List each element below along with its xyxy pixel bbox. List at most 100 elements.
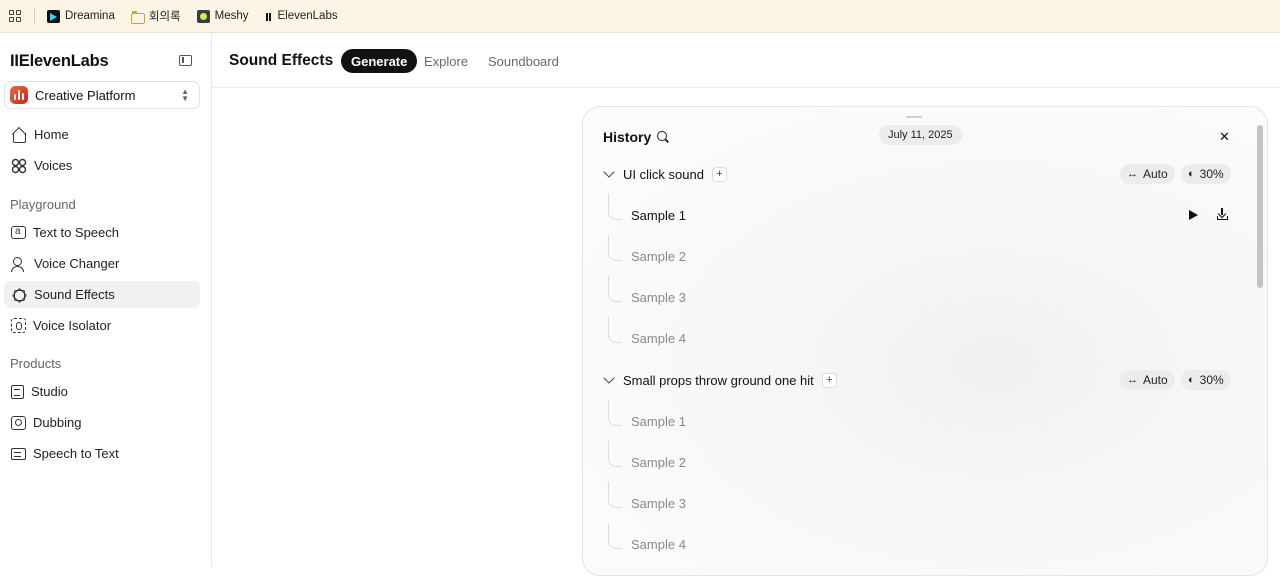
sidebar-item-voice-isolator[interactable]: Voice Isolator xyxy=(4,312,200,339)
sidebar: IIElevenLabs Creative Platform ▲ ▼ Home V… xyxy=(0,33,212,567)
search-icon[interactable] xyxy=(657,131,667,141)
duration-chip[interactable]: ↔ Auto xyxy=(1120,164,1175,184)
home-icon xyxy=(11,127,27,143)
sidebar-item-label: Text to Speech xyxy=(33,225,119,240)
apps-grid-icon[interactable] xyxy=(9,10,21,22)
tree-connector xyxy=(608,441,622,467)
add-button[interactable]: + xyxy=(711,166,727,182)
studio-icon xyxy=(11,384,24,399)
sidebar-item-label: Studio xyxy=(31,384,68,399)
text-to-speech-icon xyxy=(11,226,26,239)
dreamina-icon xyxy=(47,9,60,23)
tree-connector xyxy=(608,400,622,426)
tab-explore[interactable]: Explore xyxy=(424,49,468,73)
sample-label: Sample 2 xyxy=(631,455,686,470)
history-group-header[interactable]: Small props throw ground one hit + xyxy=(603,370,837,390)
gauge-icon: ◐ xyxy=(1188,374,1195,386)
sample-label: Sample 1 xyxy=(631,208,686,223)
voices-icon xyxy=(11,158,27,174)
sample-label: Sample 3 xyxy=(631,290,686,305)
bookmarks-divider xyxy=(34,8,35,24)
sample-row[interactable]: Sample 1 xyxy=(608,400,1238,441)
close-icon[interactable]: ✕ xyxy=(1219,129,1230,145)
sample-row[interactable]: Sample 3 xyxy=(608,482,1238,523)
page-title: Sound Effects xyxy=(229,52,334,69)
play-icon[interactable] xyxy=(1189,210,1198,220)
sample-label: Sample 4 xyxy=(631,331,686,346)
sidebar-item-studio[interactable]: Studio xyxy=(4,378,200,405)
scrollbar[interactable] xyxy=(1257,125,1263,288)
sidebar-item-text-to-speech[interactable]: Text to Speech xyxy=(4,219,200,246)
workspace-switcher[interactable]: Creative Platform ▲ ▼ xyxy=(4,81,200,109)
bookmark-meshy[interactable]: Meshy xyxy=(196,9,248,23)
sample-label: Sample 3 xyxy=(631,496,686,511)
influence-value: 30% xyxy=(1199,167,1224,181)
sidebar-item-label: Home xyxy=(34,127,69,142)
bookmark-label: 회의록 xyxy=(148,11,181,23)
elevenlabs-icon xyxy=(264,10,272,23)
history-panel: History July 11, 2025 ✕ UI click sound +… xyxy=(582,106,1268,576)
sidebar-item-dubbing[interactable]: Dubbing xyxy=(4,409,200,436)
sample-row[interactable]: Sample 2 xyxy=(608,441,1238,482)
chevron-up-down-icon: ▲ ▼ xyxy=(181,87,189,103)
sidebar-item-label: Sound Effects xyxy=(34,287,115,302)
history-title: History xyxy=(603,129,652,145)
folder-icon xyxy=(130,10,145,24)
group-title: UI click sound xyxy=(623,166,704,182)
influence-value: 30% xyxy=(1199,373,1224,387)
sample-label: Sample 4 xyxy=(631,537,686,552)
duration-value: Auto xyxy=(1143,167,1168,181)
sample-row[interactable]: Sample 4 xyxy=(608,523,1238,564)
sample-row[interactable]: Sample 1 xyxy=(608,194,1238,235)
duration-value: Auto xyxy=(1143,373,1168,387)
sidebar-item-label: Voice Isolator xyxy=(33,318,112,333)
sample-label: Sample 2 xyxy=(631,249,686,264)
bookmark-label: Dreamina xyxy=(65,10,115,22)
download-icon[interactable] xyxy=(1217,208,1228,220)
sidebar-item-label: Voices xyxy=(34,158,73,173)
drag-handle[interactable] xyxy=(906,116,922,118)
sidebar-item-home[interactable]: Home xyxy=(4,121,200,148)
sample-row[interactable]: Sample 3 xyxy=(608,276,1238,317)
add-button[interactable]: + xyxy=(821,372,837,388)
sidebar-item-voices[interactable]: Voices xyxy=(4,152,200,179)
dubbing-icon xyxy=(11,415,26,430)
sidebar-item-voice-changer[interactable]: Voice Changer xyxy=(4,250,200,277)
voice-isolator-icon xyxy=(11,318,26,333)
workspace-label: Creative Platform xyxy=(35,87,136,103)
sidebar-item-sound-effects[interactable]: Sound Effects xyxy=(4,281,200,308)
influence-chip[interactable]: ◐ 30% xyxy=(1181,164,1231,184)
sample-row[interactable]: Sample 2 xyxy=(608,235,1238,276)
bookmark-elevenlabs[interactable]: ElevenLabs xyxy=(264,10,338,23)
tree-connector xyxy=(608,317,622,343)
logo[interactable]: IIElevenLabs xyxy=(10,52,109,71)
sound-effects-icon xyxy=(11,287,27,303)
sidebar-item-label: Dubbing xyxy=(33,415,82,430)
tree-connector xyxy=(608,482,622,508)
history-group-header[interactable]: UI click sound + xyxy=(603,164,727,184)
sidebar-collapse-icon[interactable] xyxy=(179,55,192,66)
sample-label: Sample 1 xyxy=(631,414,686,429)
arrows-horizontal-icon: ↔ xyxy=(1127,168,1138,180)
tree-connector xyxy=(608,523,622,549)
chevron-down-icon[interactable] xyxy=(603,372,615,384)
bookmark-label: ElevenLabs xyxy=(277,10,338,22)
tab-soundboard[interactable]: Soundboard xyxy=(488,49,559,73)
tab-generate[interactable]: Generate xyxy=(341,49,418,73)
gauge-icon: ◐ xyxy=(1188,168,1195,180)
bookmark-dreamina[interactable]: Dreamina xyxy=(47,9,115,23)
bookmarks-bar: Dreamina 회의록 Meshy ElevenLabs xyxy=(0,0,1280,33)
workspace-icon xyxy=(10,86,28,104)
chevron-down-icon[interactable] xyxy=(603,166,615,178)
bookmark-folder[interactable]: 회의록 xyxy=(130,8,181,24)
section-playground: Playground xyxy=(10,197,76,212)
sidebar-item-label: Voice Changer xyxy=(34,256,120,271)
sidebar-item-speech-to-text[interactable]: Speech to Text xyxy=(4,440,200,467)
sample-row[interactable]: Sample 4 xyxy=(608,317,1238,358)
tree-connector xyxy=(608,235,622,261)
voice-changer-icon xyxy=(11,256,27,272)
section-products: Products xyxy=(10,356,62,371)
influence-chip[interactable]: ◐ 30% xyxy=(1181,370,1231,390)
duration-chip[interactable]: ↔ Auto xyxy=(1120,370,1175,390)
arrows-horizontal-icon: ↔ xyxy=(1127,374,1138,386)
